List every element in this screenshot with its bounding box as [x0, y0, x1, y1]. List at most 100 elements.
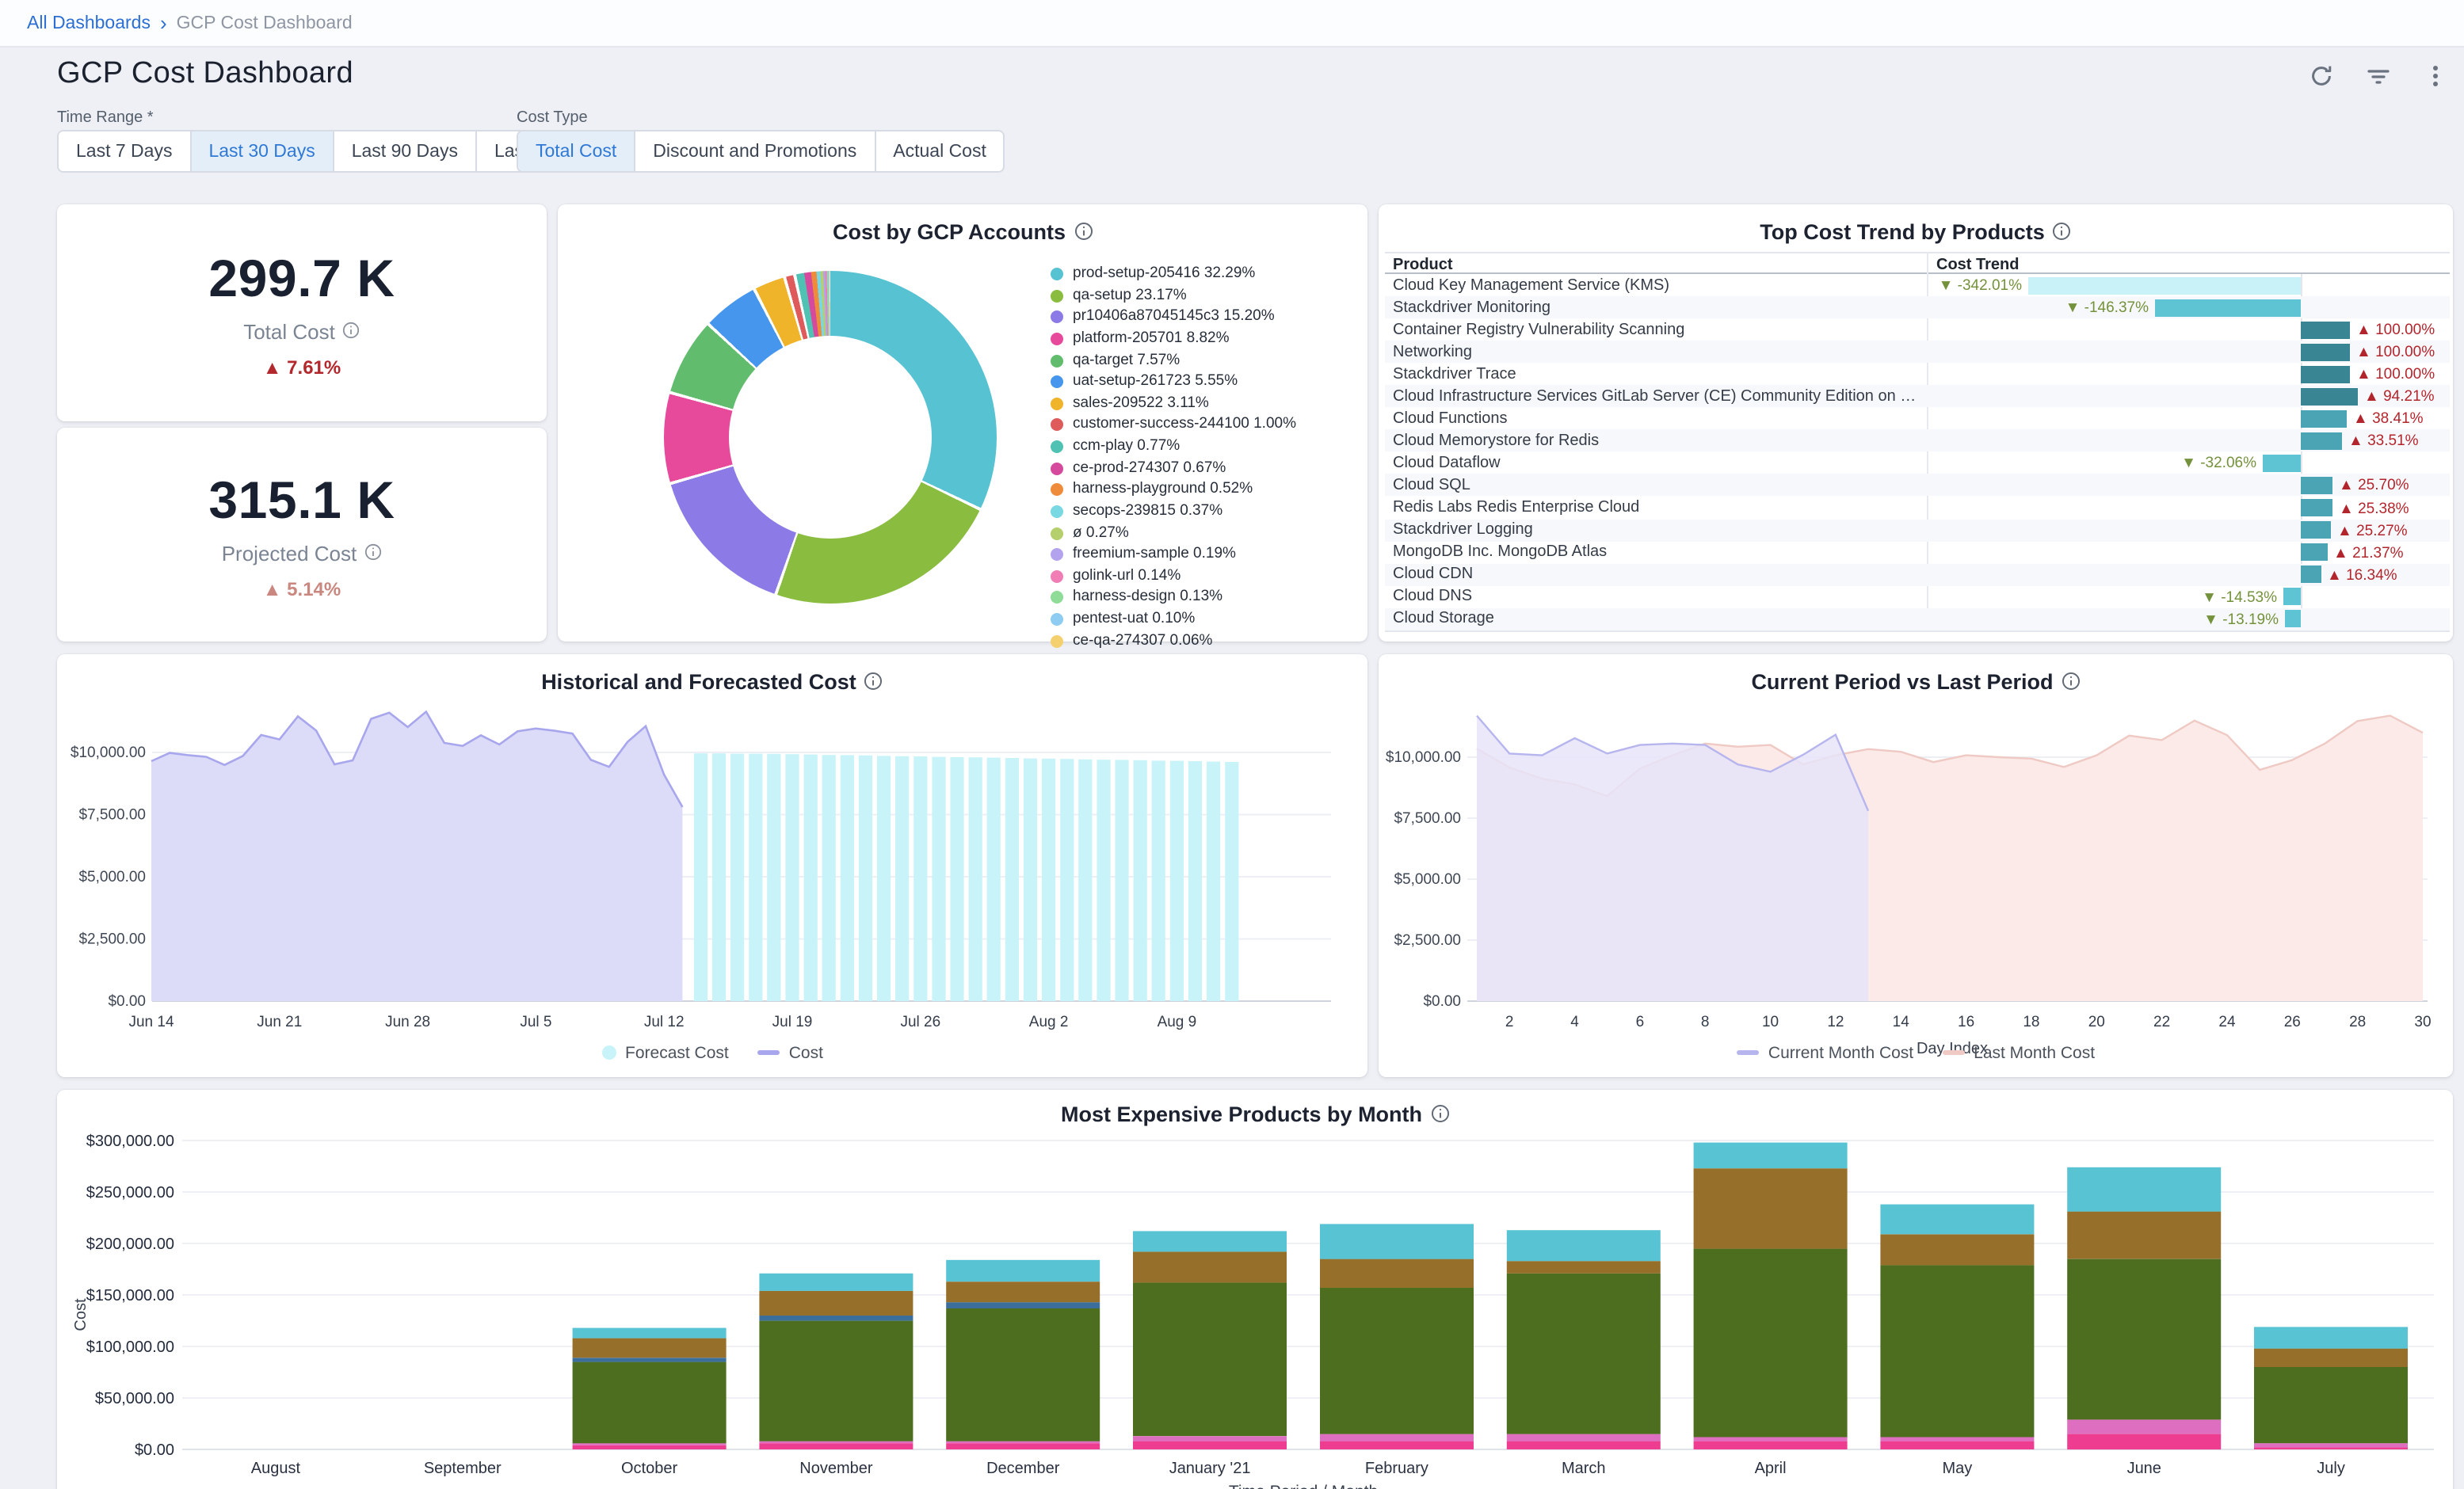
- donut-legend-item-14[interactable]: golink-url 0.14%: [1051, 569, 1361, 585]
- product-name-cell: Cloud Memorystore for Redis: [1385, 430, 1927, 452]
- donut-legend-item-15[interactable]: harness-design 0.13%: [1051, 590, 1361, 607]
- top-cost-trend-panel: Top Cost Trend by Products Product Cost T…: [1379, 204, 2453, 642]
- table-row[interactable]: MongoDB Inc. MongoDB Atlas▲ 21.37%: [1385, 541, 2450, 563]
- legend-dot-icon: [1051, 505, 1063, 518]
- donut-legend-item-11[interactable]: secops-239815 0.37%: [1051, 504, 1361, 520]
- table-row[interactable]: Cloud Dataflow▼ -32.06%: [1385, 452, 2450, 474]
- table-row[interactable]: Container Registry Vulnerability Scannin…: [1385, 318, 2450, 341]
- legend-current-month-cost[interactable]: Current Month Cost: [1737, 1044, 1913, 1063]
- legend-dot-icon: [1051, 398, 1063, 410]
- trend-panel-title: Top Cost Trend by Products: [1760, 220, 2045, 244]
- column-header-product[interactable]: Product: [1393, 256, 1453, 273]
- info-icon[interactable]: [2062, 672, 2081, 695]
- trend-percent-label: ▼ -13.19%: [2203, 611, 2279, 629]
- legend-label: pr10406a87045145c3 15.20%: [1073, 310, 1275, 326]
- gcp-accounts-donut-chart[interactable]: [664, 271, 997, 604]
- info-icon[interactable]: [2053, 222, 2072, 246]
- table-row[interactable]: Cloud Storage▼ -13.19%: [1385, 608, 2450, 630]
- table-row[interactable]: Networking▲ 100.00%: [1385, 341, 2450, 363]
- donut-legend-item-17[interactable]: ce-qa-274307 0.06%: [1051, 633, 1361, 649]
- donut-legend-item-3[interactable]: platform-205701 8.82%: [1051, 331, 1361, 348]
- trend-bar[interactable]: [2301, 521, 2331, 539]
- trend-bar[interactable]: [2263, 455, 2301, 472]
- table-row[interactable]: Stackdriver Logging▲ 25.27%: [1385, 519, 2450, 541]
- more-menu-icon[interactable]: [2420, 60, 2451, 92]
- product-name-cell: Stackdriver Trace: [1385, 363, 1927, 385]
- donut-legend-item-9[interactable]: ce-prod-274307 0.67%: [1051, 460, 1361, 477]
- trend-bar[interactable]: [2301, 432, 2342, 450]
- donut-legend-item-16[interactable]: pentest-uat 0.10%: [1051, 611, 1361, 628]
- breadcrumb-all-dashboards-link[interactable]: All Dashboards: [27, 13, 151, 32]
- trend-bar[interactable]: [2301, 410, 2347, 428]
- table-row[interactable]: Redis Labs Redis Enterprise Cloud▲ 25.38…: [1385, 497, 2450, 519]
- trend-bar[interactable]: [2283, 588, 2301, 605]
- donut-panel-title: Cost by GCP Accounts: [833, 220, 1066, 244]
- donut-legend-item-2[interactable]: pr10406a87045145c3 15.20%: [1051, 310, 1361, 326]
- table-row[interactable]: Stackdriver Trace▲ 100.00%: [1385, 363, 2450, 385]
- hist-panel-title: Historical and Forecasted Cost: [541, 670, 856, 694]
- refresh-icon[interactable]: [2306, 60, 2337, 92]
- legend-cost[interactable]: Cost: [757, 1044, 823, 1063]
- cost-type-option-actual-cost[interactable]: Actual Cost: [874, 131, 1004, 171]
- info-icon[interactable]: [1430, 1104, 1449, 1128]
- info-icon[interactable]: [343, 319, 360, 343]
- donut-legend-item-0[interactable]: prod-setup-205416 32.29%: [1051, 266, 1361, 283]
- period-chart-legend: Current Month Cost Last Month Cost: [1379, 1044, 2453, 1063]
- product-name-cell: MongoDB Inc. MongoDB Atlas: [1385, 541, 1927, 563]
- donut-legend-item-10[interactable]: harness-playground 0.52%: [1051, 482, 1361, 499]
- table-row[interactable]: Cloud SQL ▲ 25.70%: [1385, 474, 2450, 497]
- info-icon[interactable]: [864, 672, 883, 695]
- donut-legend-item-13[interactable]: freemium-sample 0.19%: [1051, 546, 1361, 563]
- period-compare-chart[interactable]: $0.00$2,500.00$5,000.00$7,500.00$10,000.…: [1385, 702, 2447, 1058]
- trend-bar[interactable]: [2301, 499, 2332, 516]
- time-range-option-last-7-days[interactable]: Last 7 Days: [59, 131, 189, 171]
- info-icon[interactable]: [1074, 222, 1093, 246]
- donut-legend-item-1[interactable]: qa-setup 23.17%: [1051, 288, 1361, 304]
- trend-bar[interactable]: [2301, 477, 2332, 494]
- table-row[interactable]: Stackdriver Monitoring▼ -146.37%: [1385, 296, 2450, 318]
- svg-text:$10,000.00: $10,000.00: [1386, 749, 1461, 766]
- filter-icon[interactable]: [2363, 60, 2394, 92]
- trend-bar[interactable]: [2155, 299, 2301, 316]
- cost-type-option-discount-and-promotions[interactable]: Discount and Promotions: [634, 131, 874, 171]
- trend-bar[interactable]: [2028, 276, 2301, 294]
- product-name-cell: Stackdriver Logging: [1385, 519, 1927, 541]
- time-range-option-last-90-days[interactable]: Last 90 Days: [333, 131, 475, 171]
- trend-bar[interactable]: [2285, 611, 2301, 628]
- table-row[interactable]: Cloud Key Management Service (KMS)▼ -342…: [1385, 274, 2450, 296]
- donut-legend-item-5[interactable]: uat-setup-261723 5.55%: [1051, 374, 1361, 390]
- donut-legend: prod-setup-205416 32.29% qa-setup 23.17% p…: [1051, 266, 1361, 674]
- table-row[interactable]: Cloud CDN▲ 16.34%: [1385, 563, 2450, 585]
- info-icon[interactable]: [364, 541, 382, 565]
- product-name-cell: Cloud SQL: [1385, 474, 1927, 497]
- legend-last-month-cost[interactable]: Last Month Cost: [1942, 1044, 2095, 1063]
- trend-bar[interactable]: [2301, 365, 2350, 383]
- cost-type-option-total-cost[interactable]: Total Cost: [518, 131, 634, 171]
- trend-percent-label: ▲ 25.70%: [2339, 478, 2409, 495]
- trend-bar[interactable]: [2301, 343, 2350, 360]
- donut-legend-item-6[interactable]: sales-209522 3.11%: [1051, 396, 1361, 413]
- trend-bar[interactable]: [2301, 388, 2358, 406]
- donut-legend-item-7[interactable]: customer-success-244100 1.00%: [1051, 417, 1361, 434]
- monthly-products-chart[interactable]: $0.00$50,000.00$100,000.00$150,000.00$20…: [63, 1128, 2443, 1489]
- cost-trend-cell: ▲ 25.38%: [1927, 497, 2450, 519]
- legend-label: qa-setup 23.17%: [1073, 288, 1187, 304]
- table-row[interactable]: Cloud Infrastructure Services GitLab Ser…: [1385, 386, 2450, 408]
- trend-bar[interactable]: [2301, 566, 2321, 583]
- forecast-cost-legend-icon: [601, 1045, 616, 1060]
- legend-forecast-cost[interactable]: Forecast Cost: [601, 1044, 729, 1063]
- historical-forecast-chart[interactable]: $0.00$2,500.00$5,000.00$7,500.00$10,000.…: [63, 702, 1347, 1038]
- table-row[interactable]: Cloud Functions▲ 38.41%: [1385, 408, 2450, 430]
- trend-percent-label: ▼ -146.37%: [2065, 299, 2149, 317]
- donut-legend-item-12[interactable]: ø 0.27%: [1051, 525, 1361, 542]
- donut-legend-item-8[interactable]: ccm-play 0.77%: [1051, 439, 1361, 455]
- trend-bar[interactable]: [2301, 543, 2327, 561]
- table-row[interactable]: Cloud DNS▼ -14.53%: [1385, 585, 2450, 607]
- column-header-cost-trend[interactable]: Cost Trend: [1936, 256, 2019, 273]
- table-row[interactable]: Cloud Memorystore for Redis▲ 33.51%: [1385, 430, 2450, 452]
- donut-legend-item-4[interactable]: qa-target 7.57%: [1051, 352, 1361, 369]
- time-range-option-last-30-days[interactable]: Last 30 Days: [189, 131, 332, 171]
- svg-text:June: June: [2127, 1460, 2161, 1477]
- trend-bar[interactable]: [2301, 321, 2350, 338]
- svg-text:Jul 5: Jul 5: [520, 1014, 551, 1030]
